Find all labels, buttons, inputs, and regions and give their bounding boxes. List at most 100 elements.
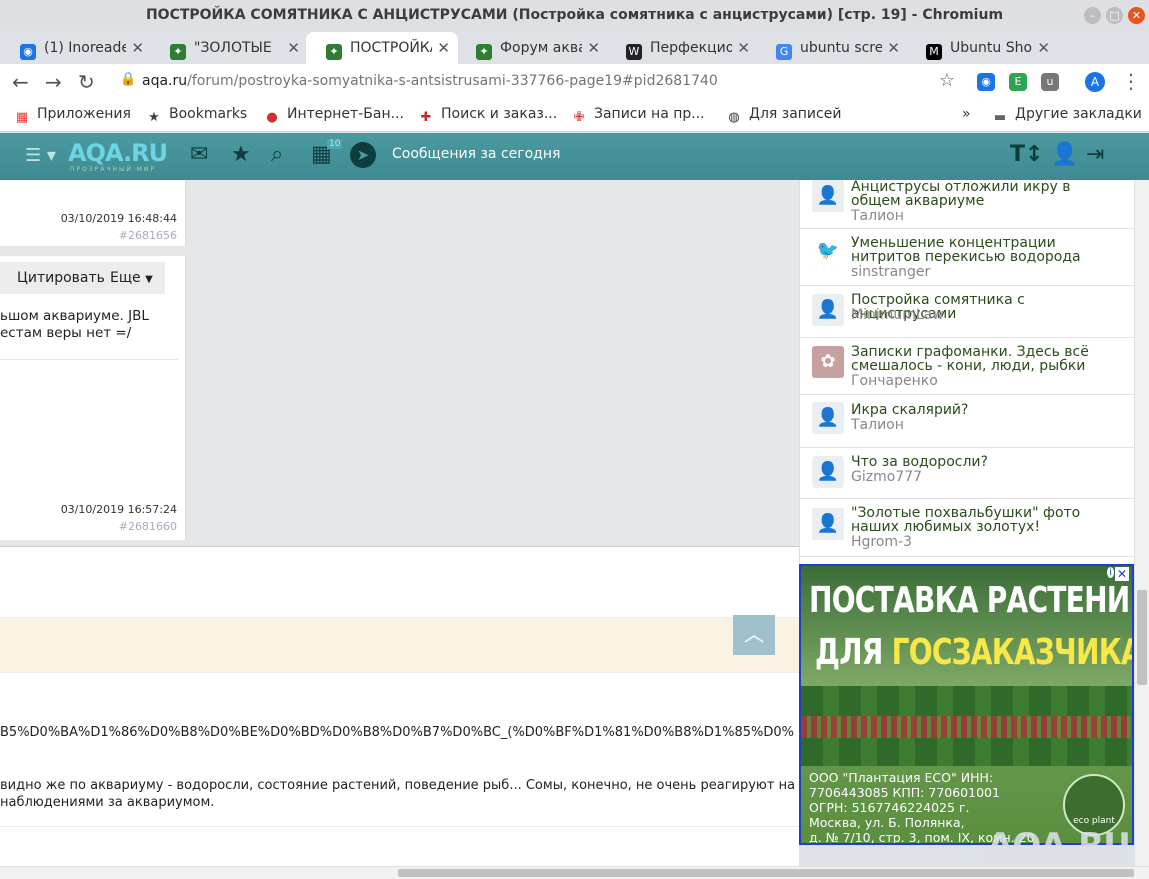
- maximize-icon[interactable]: □: [1106, 7, 1123, 24]
- scroll-to-top-button[interactable]: ︿: [733, 615, 775, 655]
- vertical-scrollbar[interactable]: [1134, 180, 1149, 866]
- tab-postroyka-active[interactable]: ✦ ПОСТРОЙКА ✕: [306, 32, 458, 64]
- url-text[interactable]: aqa.ru/forum/postroyka-somyatnika-s-ants…: [142, 73, 718, 89]
- default-avatar-icon: 👤: [812, 456, 844, 488]
- topic-item[interactable]: 👤 Анциструсы отложили икру в общем аквар…: [800, 180, 1134, 229]
- tab-close-icon[interactable]: ✕: [131, 32, 144, 64]
- minimize-icon[interactable]: –: [1084, 7, 1101, 24]
- menu-kebab-icon[interactable]: ⋮: [1121, 69, 1141, 93]
- scrollbar-thumb[interactable]: [398, 869, 1134, 877]
- bookmark-other[interactable]: ▬ Другие закладки: [992, 106, 1142, 126]
- post-text-line: наблюдениями за аквариумом.: [0, 795, 215, 810]
- today-messages-link[interactable]: Сообщения за сегодня: [392, 146, 560, 162]
- ad-info-icon[interactable]: i: [1107, 567, 1114, 578]
- bookmark-apps[interactable]: ▦ Приложения: [14, 106, 131, 126]
- ad-flowers: [801, 716, 1132, 738]
- topic-item[interactable]: 🐦 Уменьшение концентрации нитритов перек…: [800, 229, 1134, 286]
- tab-golden[interactable]: ✦ "ЗОЛОТЫЕ П ✕: [150, 32, 308, 64]
- tab-close-icon[interactable]: ✕: [737, 32, 750, 64]
- horizontal-scrollbar[interactable]: [0, 866, 1149, 879]
- medium-icon: M: [926, 44, 942, 60]
- bookmark-appointments[interactable]: ✙ Записи на пр...: [571, 106, 705, 126]
- scrollbar-thumb[interactable]: [1137, 590, 1147, 685]
- bookmarks-overflow[interactable]: »: [962, 106, 971, 122]
- flower-avatar-icon: ✿: [812, 346, 844, 378]
- tab-ubuntu-screenshot[interactable]: Gubuntu scre ✕: [756, 32, 908, 64]
- search-icon[interactable]: ⌕: [271, 142, 283, 167]
- bookmark-notes[interactable]: ◍ Для записей: [726, 106, 841, 126]
- profile-avatar[interactable]: A: [1085, 72, 1105, 92]
- topic-item[interactable]: 👤 "Золотые похвальбушки" фото наших люби…: [800, 499, 1134, 557]
- bookmark-star-icon[interactable]: ☆: [939, 70, 955, 91]
- site-logo-subtitle: ПРОЗРАЧНЫЙ МИР: [70, 166, 157, 173]
- tab-close-icon[interactable]: ✕: [587, 32, 600, 64]
- tab-strip: ◉ (1) Inoreader ✕ ✦ "ЗОЛОТЫЕ П ✕ ✦ ПОСТРОЙКА ✕…: [0, 30, 1149, 88]
- forum-post: 03/10/2019 16:48:44 #2681656: [0, 180, 186, 246]
- tab-close-icon[interactable]: ✕: [437, 32, 450, 64]
- topic-title[interactable]: Анциструсы отложили икру в общем аквариу…: [851, 180, 1121, 208]
- topic-item[interactable]: 👤 Что за водоросли? Gizmo777: [800, 448, 1134, 499]
- wikipedia-icon: W: [626, 44, 642, 60]
- topic-title[interactable]: Уменьшение концентрации нитритов перекис…: [851, 236, 1121, 264]
- apps-grid-icon: ▦: [15, 110, 29, 125]
- topic-author[interactable]: sinstranger: [851, 264, 930, 280]
- evernote-extension-icon[interactable]: E: [1009, 73, 1027, 91]
- ad-headline: ПОСТАВКА РАСТЕНИЙ: [809, 580, 1134, 621]
- topic-author[interactable]: Талион: [851, 208, 904, 224]
- bookmark-label: Приложения: [37, 106, 131, 122]
- topic-author[interactable]: Талион: [851, 417, 904, 433]
- topic-author[interactable]: Гончаренко: [851, 373, 938, 389]
- bookmark-bookmarks[interactable]: ★ Bookmarks: [146, 106, 247, 126]
- topic-title[interactable]: Записки графоманки. Здесь всё смешалось …: [851, 345, 1121, 373]
- site-logo[interactable]: AQA.RU: [68, 139, 168, 167]
- reload-icon[interactable]: ↻: [78, 70, 95, 94]
- topic-title[interactable]: "Золотые похвальбушки" фото наших любимы…: [851, 506, 1121, 534]
- tab-label: Форум аква: [500, 40, 582, 56]
- tab-inoreader[interactable]: ◉ (1) Inoreader ✕: [0, 32, 152, 64]
- topic-item[interactable]: 👤 Икра скалярий? Талион: [800, 395, 1134, 448]
- logout-icon[interactable]: ⇥: [1086, 142, 1104, 167]
- bookmark-bank[interactable]: ● Интернет-Бан...: [264, 106, 404, 126]
- favorites-star-icon[interactable]: ★: [231, 142, 251, 167]
- tab-perfectionism[interactable]: W Перфекцион ✕: [606, 32, 758, 64]
- post-actions: Цитировать Еще ▼: [0, 262, 165, 294]
- address-bar[interactable]: 🔒 aqa.ru/forum/postroyka-somyatnika-s-an…: [110, 68, 965, 96]
- topic-title[interactable]: Икра скалярий?: [851, 403, 1121, 417]
- topic-author[interactable]: Gizmo777: [851, 469, 922, 485]
- close-icon[interactable]: ✕: [1128, 7, 1145, 24]
- window-title: ПОСТРОЙКА СОМЯТНИКА С АНЦИСТРУСАМИ (Пост…: [145, 7, 1004, 23]
- tab-close-icon[interactable]: ✕: [1037, 32, 1050, 64]
- tab-ubuntu-shortcuts[interactable]: M Ubuntu Sho ✕: [906, 32, 1058, 64]
- topic-author[interactable]: MinimumLaw: [851, 307, 944, 323]
- topic-item[interactable]: ✿ Записки графоманки. Здесь всё смешалос…: [800, 338, 1134, 395]
- ublock-extension-icon[interactable]: u: [1041, 73, 1059, 91]
- default-avatar-icon: 👤: [812, 508, 844, 540]
- mail-icon[interactable]: ✉: [190, 142, 208, 167]
- quote-button[interactable]: Цитировать: [17, 270, 105, 286]
- recent-topics-sidebar: 👤 Анциструсы отложили икру в общем аквар…: [799, 180, 1134, 564]
- back-icon[interactable]: ←: [12, 70, 29, 94]
- tab-close-icon[interactable]: ✕: [287, 32, 300, 64]
- menu-burger-icon[interactable]: ☰ ▾: [25, 145, 56, 166]
- more-button[interactable]: Еще ▼: [110, 270, 153, 286]
- topic-author[interactable]: Hgrom-3: [851, 534, 912, 550]
- topic-title[interactable]: Что за водоросли?: [851, 455, 1121, 469]
- encoded-link[interactable]: B5%D0%BA%D1%86%D0%B8%D0%BE%D0%BD%D0%B8%D…: [0, 725, 794, 740]
- post-id-link[interactable]: #2681656: [119, 229, 177, 242]
- telegram-icon[interactable]: ➤: [350, 142, 376, 168]
- forward-icon[interactable]: →: [45, 70, 62, 94]
- font-size-icon[interactable]: T↕: [1010, 142, 1043, 167]
- topic-item[interactable]: 👤 Постройка сомятника с анциструсами Min…: [800, 286, 1134, 338]
- tab-close-icon[interactable]: ✕: [887, 32, 900, 64]
- post-id-link[interactable]: #2681660: [119, 520, 177, 533]
- tab-forum[interactable]: ✦ Форум аква ✕: [456, 32, 608, 64]
- advertisement-banner[interactable]: ПОСТАВКА РАСТЕНИЙ ДЛЯ ГОСЗАКАЗЧИКА ООО "…: [799, 564, 1134, 845]
- star-icon: ★: [148, 110, 160, 125]
- inoreader-extension-icon[interactable]: ◉: [977, 73, 995, 91]
- ad-close-icon[interactable]: ✕: [1114, 567, 1129, 581]
- bookmark-search-order[interactable]: ✚ Поиск и заказ...: [418, 106, 558, 126]
- user-icon[interactable]: 👤: [1051, 142, 1078, 167]
- ad-info-line: ООО "Плантация ECO" ИНН:: [809, 770, 994, 785]
- bookmark-label: Для записей: [749, 106, 842, 122]
- post-text: видно же по аквариуму - водоросли, состо…: [0, 777, 799, 811]
